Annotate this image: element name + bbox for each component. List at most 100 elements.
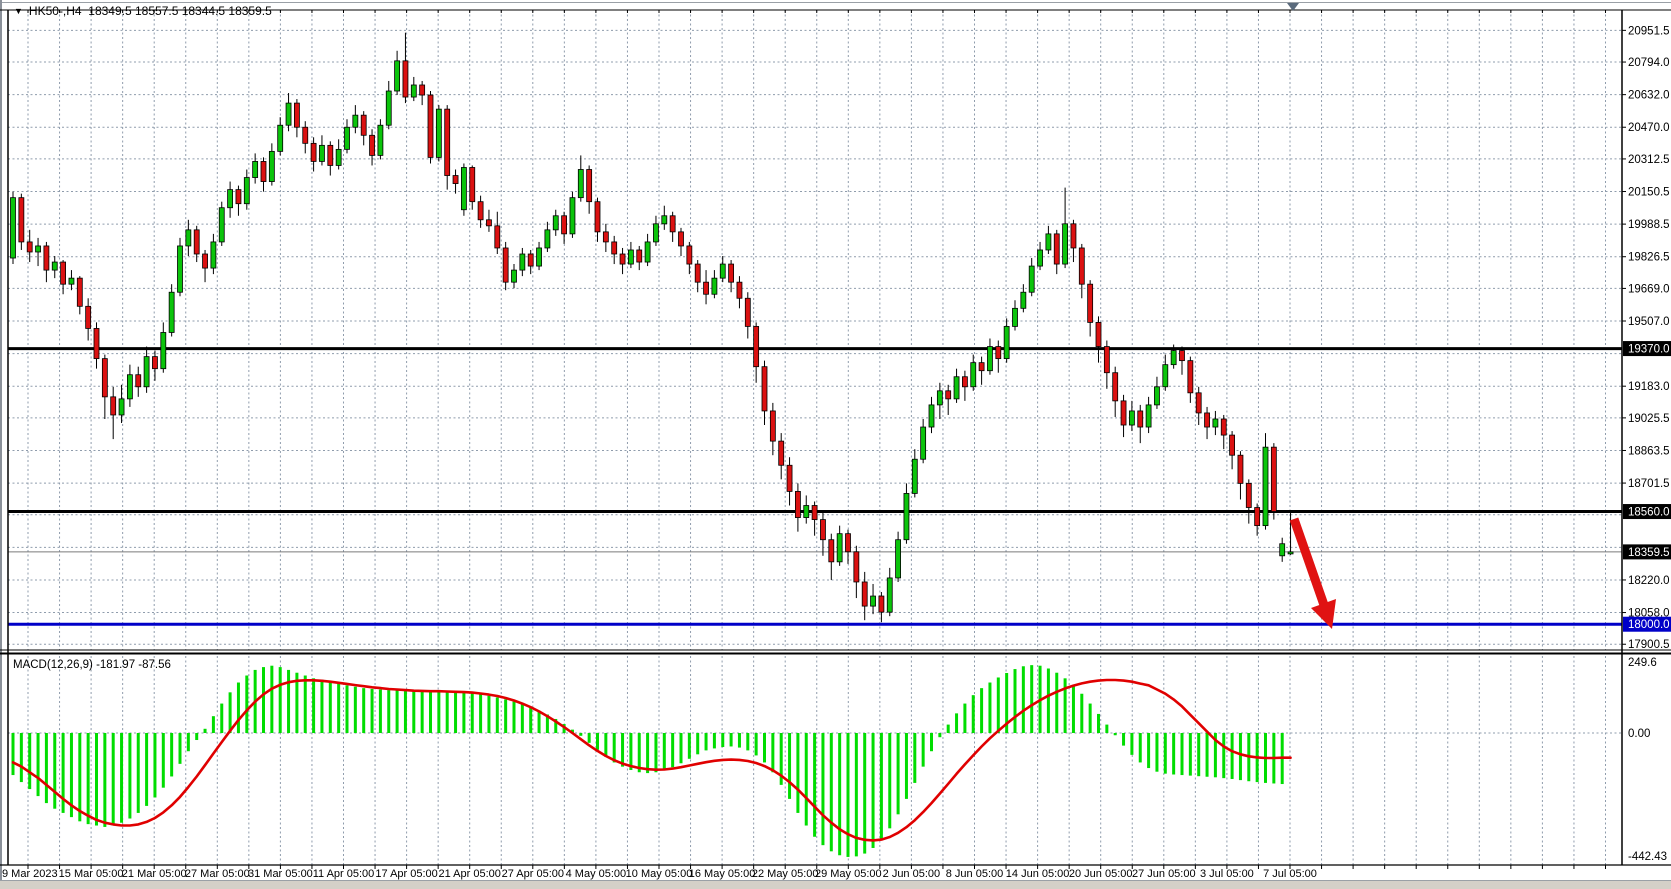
macd-bar <box>170 733 173 776</box>
candle-down <box>420 85 425 95</box>
candle-up <box>954 377 959 399</box>
candle-up <box>161 332 166 368</box>
time-tick-label: 3 Jul 05:00 <box>1200 868 1254 880</box>
candle-down <box>1205 413 1210 427</box>
candle-up <box>937 391 942 405</box>
macd-bar <box>237 683 240 733</box>
macd-panel <box>8 656 1622 865</box>
price-tick-label: 19988.5 <box>1628 219 1670 231</box>
candle-down <box>1096 322 1101 346</box>
macd-bar <box>1197 733 1200 776</box>
macd-bar <box>187 733 190 751</box>
macd-bar <box>53 733 56 809</box>
time-tick-label: 21 Mar 05:00 <box>122 868 187 880</box>
chart-shift-marker-icon <box>1287 3 1299 11</box>
macd-bar <box>396 690 399 733</box>
candle-down <box>829 540 834 562</box>
macd-bar <box>863 733 866 854</box>
candle-down <box>294 103 299 127</box>
macd-bar <box>688 733 691 759</box>
candle-up <box>1280 544 1285 556</box>
macd-bar <box>938 733 941 737</box>
candle-down <box>203 254 208 268</box>
candle-up <box>1038 250 1043 266</box>
macd-bar <box>1147 733 1150 768</box>
macd-bar <box>1014 669 1017 733</box>
highlighted-price-label: 18560.0 <box>1628 507 1670 519</box>
macd-bar <box>671 733 674 767</box>
macd-bar <box>437 691 440 733</box>
candle-up <box>1046 234 1051 250</box>
macd-bar <box>538 711 541 733</box>
candle-up <box>1213 419 1218 427</box>
time-tick-label: 8 Jun 05:00 <box>946 868 1004 880</box>
macd-bar <box>579 733 582 736</box>
macd-bar <box>1181 733 1184 775</box>
macd-bar <box>529 707 532 733</box>
candle-down <box>303 127 308 143</box>
candle-up <box>378 125 383 155</box>
macd-bar <box>1022 666 1025 733</box>
symbol-dropdown-icon[interactable]: ▼ <box>14 6 23 16</box>
candle-up <box>537 248 542 266</box>
candle-down <box>770 411 775 441</box>
macd-histogram <box>12 665 1284 857</box>
candle-down <box>946 391 951 399</box>
candle-up <box>36 246 41 252</box>
macd-bar <box>12 733 15 775</box>
candle-down <box>687 246 692 264</box>
macd-bar <box>504 699 507 733</box>
highlighted-price-label: 18359.5 <box>1628 547 1670 559</box>
macd-bar <box>1231 733 1234 779</box>
candle-up <box>804 506 809 518</box>
candle-up <box>929 405 934 427</box>
macd-bar <box>362 688 365 733</box>
candle-down <box>587 169 592 201</box>
symbol-label: HK50-,H4 <box>29 4 82 18</box>
macd-bar <box>905 733 908 799</box>
macd-bar <box>329 682 332 733</box>
macd-bar <box>404 691 407 733</box>
candle-up <box>921 427 926 459</box>
time-tick-label: 11 Apr 05:00 <box>313 868 375 880</box>
candle-down <box>1088 284 1093 322</box>
candle-up <box>1154 387 1159 405</box>
macd-bar <box>730 733 733 746</box>
candle-down <box>979 363 984 371</box>
candle-down <box>1121 401 1126 425</box>
macd-bar <box>1072 685 1075 733</box>
time-tick-label: 21 Apr 05:00 <box>439 868 501 880</box>
candle-up <box>871 596 876 606</box>
macd-bar <box>638 733 641 772</box>
candle-down <box>1196 393 1201 413</box>
macd-bar <box>1122 733 1125 746</box>
candle-up <box>645 242 650 262</box>
time-tick-label: 2 Jun 05:00 <box>883 868 941 880</box>
candle-up <box>1029 266 1034 292</box>
macd-bar <box>963 704 966 733</box>
candle-up <box>211 242 216 268</box>
macd-bar <box>371 689 374 733</box>
candle-down <box>94 328 99 358</box>
macd-bar <box>245 676 248 733</box>
candle-up <box>119 399 124 415</box>
candle-up <box>436 109 441 157</box>
candle-up <box>971 363 976 387</box>
candle-down <box>236 190 241 204</box>
macd-bar <box>412 692 415 733</box>
candle-down <box>737 282 742 298</box>
candle-up <box>720 264 725 278</box>
chart-window: ▼HK50-,H4 18349.5 18557.5 18344.5 18359.… <box>0 0 1671 889</box>
candle-up <box>837 534 842 562</box>
candle-up <box>219 208 224 242</box>
price-tick-label: 17900.5 <box>1628 639 1670 651</box>
candle-down <box>261 161 266 181</box>
macd-bar <box>654 733 657 772</box>
price-tick-label: 19025.5 <box>1628 413 1670 425</box>
candle-down <box>1079 248 1084 284</box>
candle-up <box>912 459 917 493</box>
candle-down <box>77 278 82 306</box>
macd-bar <box>120 733 123 823</box>
candle-up <box>186 230 191 246</box>
macd-bar <box>830 733 833 851</box>
